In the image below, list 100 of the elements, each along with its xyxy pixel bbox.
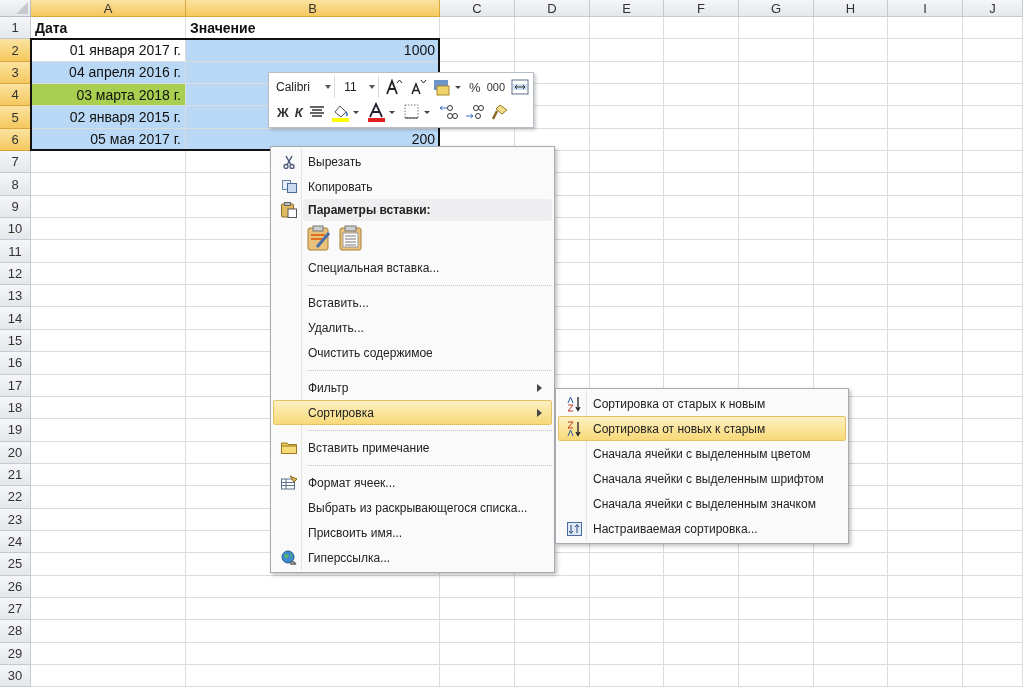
menu-item[interactable]: Сортировка от новых к старым (558, 416, 846, 441)
decrease-decimal-icon[interactable] (464, 103, 485, 121)
menu-item[interactable]: Вставить примечание (273, 435, 552, 460)
row-header[interactable]: 16 (0, 352, 31, 375)
table-cell: 02 января 2015 г. (31, 106, 186, 129)
table-cell (963, 374, 1023, 397)
menu-item[interactable]: Очистить содержимое (273, 340, 552, 365)
row-header[interactable]: 28 (0, 620, 31, 643)
column-header[interactable]: F (664, 0, 739, 17)
column-header[interactable]: D (515, 0, 590, 17)
menu-item[interactable]: Фильтр (273, 375, 552, 400)
menu-item[interactable]: Специальная вставка... (273, 255, 552, 280)
menu-item[interactable]: Формат ячеек... (273, 470, 552, 495)
row-header[interactable]: 25 (0, 553, 31, 576)
submenu-arrow-icon (537, 408, 542, 417)
table-cell (963, 642, 1023, 665)
grow-font-icon[interactable] (385, 78, 404, 96)
thousands-button[interactable]: 000 (486, 81, 505, 93)
menu-item[interactable]: Вырезать (273, 149, 552, 174)
borders-icon[interactable] (402, 103, 433, 121)
row-header[interactable]: 24 (0, 530, 31, 554)
row-header[interactable]: 19 (0, 419, 31, 442)
row-header[interactable]: 8 (0, 173, 31, 196)
font-name-dropdown[interactable]: Calibri (273, 76, 336, 98)
table-cell (963, 597, 1023, 621)
globe-link-icon (280, 549, 298, 566)
row-header[interactable]: 30 (0, 664, 31, 688)
row-header[interactable]: 21 (0, 463, 31, 487)
menu-item[interactable]: Копировать (273, 174, 552, 199)
table-cell (963, 218, 1023, 241)
row-header[interactable]: 10 (0, 218, 31, 241)
table-cell (963, 441, 1023, 464)
row-header[interactable]: 20 (0, 441, 31, 464)
row-header[interactable]: 18 (0, 396, 31, 420)
row-header[interactable]: 14 (0, 307, 31, 330)
row-header[interactable]: 15 (0, 329, 31, 353)
row-header[interactable]: 29 (0, 642, 31, 665)
menu-item[interactable]: Сначала ячейки с выделенным цветом (558, 441, 846, 466)
table-cell (963, 396, 1023, 420)
row-header[interactable]: 27 (0, 597, 31, 621)
menu-item[interactable]: Присвоить имя... (273, 520, 552, 545)
font-color-icon[interactable] (366, 102, 397, 122)
scissors-icon (283, 154, 295, 169)
table-cell (963, 39, 1023, 62)
column-header[interactable]: J (963, 0, 1023, 17)
table-cell (963, 530, 1023, 554)
menu-item[interactable]: Вставить... (273, 290, 552, 315)
font-size-dropdown[interactable]: 11 (341, 76, 380, 98)
menu-item[interactable]: Удалить... (273, 315, 552, 340)
column-header[interactable]: A (31, 0, 186, 17)
percent-button[interactable]: % (469, 79, 481, 95)
column-header[interactable]: H (814, 0, 888, 17)
merge-cells-icon[interactable] (511, 79, 529, 95)
row-header[interactable]: 23 (0, 508, 31, 531)
row-header[interactable]: 2 (0, 39, 31, 62)
row-header[interactable]: 1 (0, 17, 31, 40)
column-header[interactable]: B (186, 0, 440, 17)
menu-item[interactable]: Сортировка (273, 400, 552, 425)
table-cell: 03 марта 2018 г. (31, 84, 186, 107)
menu-item[interactable]: Настраиваемая сортировка... (558, 516, 846, 541)
row-header[interactable]: 9 (0, 195, 31, 219)
bold-button[interactable]: Ж (277, 104, 289, 120)
row-header[interactable]: 12 (0, 262, 31, 286)
row-header[interactable]: 11 (0, 240, 31, 263)
sort-descending-icon (566, 420, 582, 437)
table-cell (963, 151, 1023, 174)
row-header[interactable]: 7 (0, 151, 31, 174)
column-header[interactable]: I (888, 0, 963, 17)
table-cell (963, 17, 1023, 40)
row-header[interactable]: 4 (0, 84, 31, 107)
italic-button[interactable]: К (294, 104, 303, 120)
format-icon[interactable] (433, 78, 464, 96)
row-header[interactable]: 22 (0, 486, 31, 509)
table-cell (963, 419, 1023, 442)
menu-item[interactable]: Выбрать из раскрывающегося списка... (273, 495, 552, 520)
column-header[interactable]: C (440, 0, 515, 17)
column-header[interactable]: G (739, 0, 814, 17)
table-cell (963, 664, 1023, 688)
row-header[interactable]: 5 (0, 106, 31, 129)
table-cell (963, 61, 1023, 85)
menu-item[interactable]: Гиперссылка... (273, 545, 552, 570)
increase-decimal-icon[interactable] (438, 103, 459, 121)
shrink-font-icon[interactable] (409, 78, 428, 96)
row-header[interactable]: 26 (0, 575, 31, 598)
paste-values-icon[interactable] (339, 225, 363, 251)
menu-item[interactable]: Сначала ячейки с выделенным шрифтом (558, 466, 846, 491)
clipboard-icon (281, 202, 297, 218)
center-align-icon[interactable] (308, 104, 325, 120)
table-cell (963, 553, 1023, 576)
font-size-value: 11 (344, 80, 357, 94)
row-header[interactable]: 17 (0, 374, 31, 397)
paste-formatting-icon[interactable] (307, 225, 331, 251)
menu-item[interactable]: Сначала ячейки с выделенным значком (558, 491, 846, 516)
row-header[interactable]: 13 (0, 285, 31, 308)
column-header[interactable]: E (590, 0, 664, 17)
table-cell (963, 84, 1023, 107)
table-cell (963, 240, 1023, 263)
table-cell (963, 307, 1023, 330)
menu-item[interactable]: Сортировка от старых к новым (558, 391, 846, 416)
format-painter-icon[interactable] (490, 103, 509, 121)
